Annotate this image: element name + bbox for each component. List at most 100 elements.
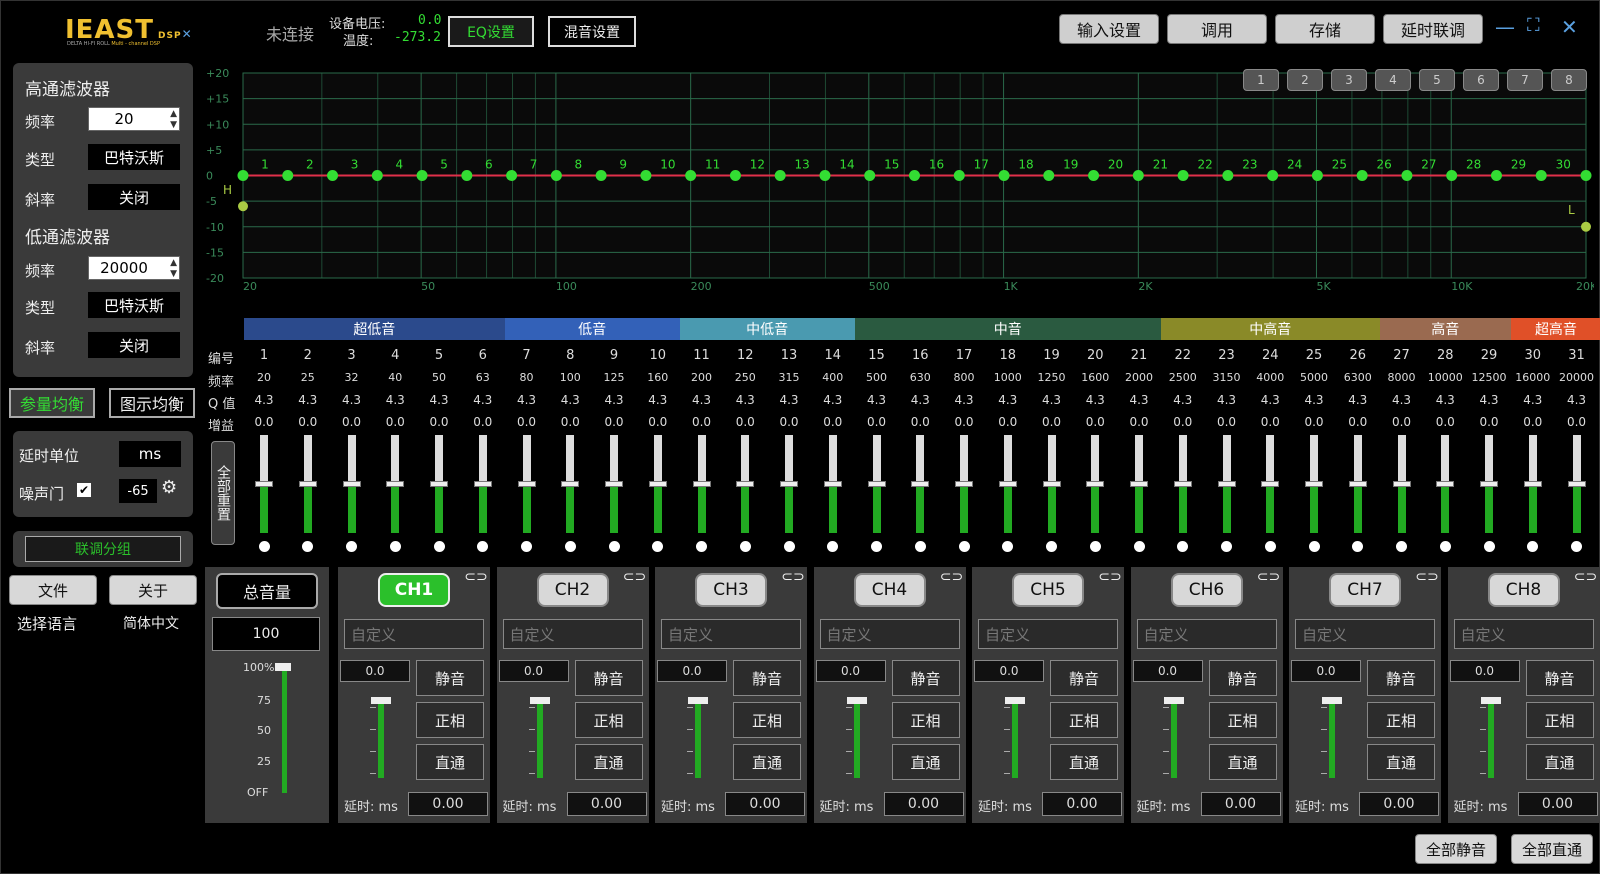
eq-gain-slider[interactable] — [605, 435, 623, 533]
slider-knob[interactable] — [867, 481, 886, 487]
eq-band-q[interactable]: 4.3 — [1469, 393, 1509, 407]
slider-knob[interactable] — [1305, 481, 1323, 487]
channel-gain-value[interactable]: 0.0 — [1449, 660, 1520, 682]
eq-band-gain[interactable]: 0.0 — [244, 415, 284, 429]
eq-band-q[interactable]: 4.3 — [638, 393, 678, 407]
eq-band-q[interactable]: 4.3 — [1382, 393, 1422, 407]
eq-band-toggle[interactable] — [608, 541, 620, 552]
eq-gain-slider[interactable] — [473, 435, 492, 533]
eq-gain-slider[interactable] — [1436, 435, 1455, 533]
link-icon[interactable]: ⊂⊃ — [464, 569, 488, 585]
channel-fader-knob[interactable] — [371, 697, 391, 704]
eq-band-gain[interactable]: 0.0 — [375, 415, 415, 429]
eq-band-gain[interactable]: 0.0 — [507, 415, 547, 429]
eq-band-toggle[interactable] — [1527, 541, 1539, 552]
eq-gain-slider[interactable] — [1305, 435, 1323, 533]
input-settings-button[interactable]: 输入设置 — [1059, 14, 1159, 44]
channel-name-input[interactable]: 自定义 — [978, 619, 1118, 649]
slider-knob[interactable] — [692, 481, 711, 487]
phase-button[interactable]: 正相 — [1208, 702, 1277, 738]
eq-band-gain[interactable]: 0.0 — [813, 415, 853, 429]
link-icon[interactable]: ⊂⊃ — [623, 569, 647, 585]
eq-band-gain[interactable]: 0.0 — [988, 415, 1028, 429]
phase-button[interactable]: 正相 — [416, 702, 484, 738]
mute-button[interactable]: 静音 — [1208, 660, 1277, 696]
preset-button-7[interactable]: 7 — [1507, 69, 1543, 91]
slider-knob[interactable] — [1261, 481, 1280, 487]
bypass-button[interactable]: 直通 — [1208, 744, 1277, 780]
link-icon[interactable]: ⊂⊃ — [940, 569, 964, 585]
link-icon[interactable]: ⊂⊃ — [1574, 569, 1598, 585]
channel-name-input[interactable]: 自定义 — [1453, 619, 1594, 649]
mix-settings-button[interactable]: 混音设置 — [548, 16, 636, 47]
eq-band-q[interactable]: 4.3 — [1294, 393, 1334, 407]
mute-button[interactable]: 静音 — [891, 660, 960, 696]
slider-knob[interactable] — [1173, 481, 1192, 487]
bypass-button[interactable]: 直通 — [1525, 744, 1594, 780]
eq-band-gain[interactable]: 0.0 — [1513, 415, 1553, 429]
eq-band-toggle[interactable] — [389, 541, 401, 552]
eq-band-gain[interactable]: 0.0 — [1207, 415, 1247, 429]
eq-gain-slider[interactable] — [342, 435, 361, 533]
eq-band-q[interactable]: 4.3 — [1338, 393, 1378, 407]
minimize-icon[interactable]: — — [1495, 15, 1515, 39]
eq-band-gain[interactable]: 0.0 — [550, 415, 590, 429]
eq-band-toggle[interactable] — [433, 541, 445, 552]
slider-knob[interactable] — [473, 481, 492, 487]
channel-name-input[interactable]: 自定义 — [1295, 619, 1435, 649]
eq-band-q[interactable]: 4.3 — [244, 393, 284, 407]
slider-knob[interactable] — [1567, 481, 1586, 487]
channel-name-input[interactable]: 自定义 — [344, 619, 484, 649]
mute-button[interactable]: 静音 — [574, 660, 643, 696]
mute-button[interactable]: 静音 — [416, 660, 484, 696]
mute-all-button[interactable]: 全部静音 — [1415, 834, 1497, 864]
eq-band-toggle[interactable] — [1046, 541, 1057, 552]
link-icon[interactable]: ⊂⊃ — [1098, 569, 1122, 585]
maximize-icon[interactable]: ⛶ — [1527, 15, 1540, 36]
eq-band-toggle[interactable] — [564, 541, 576, 552]
eq-gain-slider[interactable] — [867, 435, 886, 533]
eq-band-gain[interactable]: 0.0 — [682, 415, 722, 429]
eq-band-toggle[interactable] — [1308, 541, 1320, 552]
eq-band-toggle[interactable] — [1002, 541, 1014, 552]
eq-band-q[interactable]: 4.3 — [507, 393, 547, 407]
noise-gate-checkbox[interactable]: ✔ — [77, 483, 91, 497]
delay-value[interactable]: 0.00 — [566, 792, 647, 816]
eq-band-gain[interactable]: 0.0 — [1425, 415, 1465, 429]
eq-gain-slider[interactable] — [298, 435, 317, 533]
hpf-slope-select[interactable]: 关闭 — [88, 184, 180, 210]
eq-gain-slider[interactable] — [430, 435, 448, 533]
preset-button-5[interactable]: 5 — [1419, 69, 1455, 91]
slider-knob[interactable] — [605, 481, 623, 487]
slider-knob[interactable] — [780, 481, 798, 487]
slider-knob[interactable] — [736, 481, 755, 487]
eq-gain-slider[interactable] — [1042, 435, 1061, 533]
delay-value[interactable]: 0.00 — [1200, 792, 1281, 816]
link-icon[interactable]: ⊂⊃ — [1415, 569, 1439, 585]
slider-knob[interactable] — [430, 481, 448, 487]
eq-band-gain[interactable]: 0.0 — [638, 415, 678, 429]
master-volume-knob[interactable] — [275, 663, 291, 671]
eq-band-q[interactable]: 4.3 — [813, 393, 853, 407]
eq-band-q[interactable]: 4.3 — [288, 393, 328, 407]
slider-knob[interactable] — [648, 481, 667, 487]
eq-band-q[interactable]: 4.3 — [1119, 393, 1159, 407]
mute-button[interactable]: 静音 — [1050, 660, 1118, 696]
parametric-eq-tab[interactable]: 参量均衡 — [9, 388, 95, 418]
eq-gain-slider[interactable] — [911, 435, 930, 533]
channel-gain-value[interactable]: 0.0 — [498, 660, 569, 682]
eq-band-toggle[interactable] — [652, 541, 664, 552]
delay-value[interactable]: 0.00 — [1042, 792, 1122, 816]
recall-button[interactable]: 调用 — [1167, 14, 1267, 44]
eq-band-toggle[interactable] — [827, 541, 839, 552]
delay-value[interactable]: 0.00 — [1359, 792, 1439, 816]
eq-band-q[interactable]: 4.3 — [332, 393, 372, 407]
channel-select-button[interactable]: CH4 — [853, 573, 926, 607]
phase-button[interactable]: 正相 — [1050, 702, 1118, 738]
preset-button-6[interactable]: 6 — [1463, 69, 1499, 91]
eq-band-toggle[interactable] — [1396, 541, 1407, 552]
hpf-type-select[interactable]: 巴特沃斯 — [88, 144, 180, 170]
link-icon[interactable]: ⊂⊃ — [1257, 569, 1281, 585]
eq-band-q[interactable]: 4.3 — [725, 393, 765, 407]
master-volume-track[interactable] — [282, 667, 287, 793]
